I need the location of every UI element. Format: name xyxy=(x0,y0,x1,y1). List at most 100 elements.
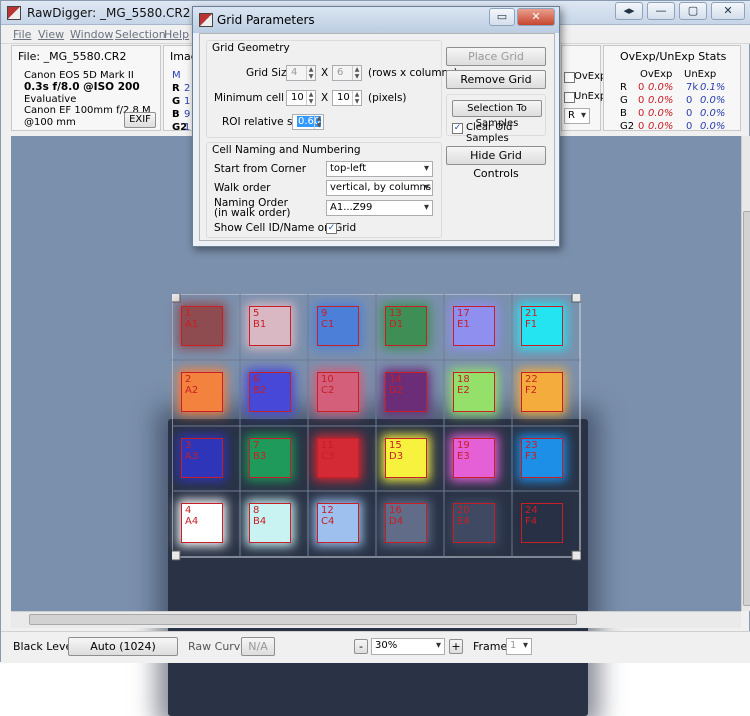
min-cell-width-input[interactable]: 10 ▲ ▼ xyxy=(286,90,316,106)
dialog-close-button[interactable]: ✕ xyxy=(517,8,555,26)
clear-old-samples-checkbox[interactable]: ✓ xyxy=(452,123,463,134)
ovexp-stats-panel: OvExp/UnExp Stats OvExp UnExp R 0 0.0% 7k 0.… xyxy=(603,45,741,132)
maximize-button[interactable]: ▢ xyxy=(679,2,707,20)
frame-select[interactable]: 1 xyxy=(506,638,532,655)
menu-selection[interactable]: Selection xyxy=(115,28,166,41)
grid-cell: 24 F4 xyxy=(521,503,563,543)
unexp-col-header: UnExp xyxy=(684,69,717,80)
dialog-title-bar[interactable]: Grid Parameters ▭ ✕ xyxy=(193,7,559,33)
image-val-r: 2 xyxy=(184,83,191,94)
spin-arrows-icon[interactable]: ▲ ▼ xyxy=(314,115,323,129)
minimize-button[interactable]: — xyxy=(647,2,675,20)
grid-cols-value: 6 xyxy=(337,67,344,78)
cell-number: 16 xyxy=(389,505,402,516)
menu-view[interactable]: View xyxy=(38,28,64,41)
ovexp-label: OvExp xyxy=(574,71,607,82)
cell-naming-label: Cell Naming and Numbering xyxy=(212,144,361,156)
grid-size-hint: (rows x columns) xyxy=(368,67,458,79)
unexp-percent: 0.0% xyxy=(700,95,726,106)
cell-number: 22 xyxy=(525,374,538,385)
spin-arrows-icon[interactable]: ▲ ▼ xyxy=(352,66,361,80)
dialog-restore-button[interactable]: ▭ xyxy=(489,8,515,26)
cell-number: 15 xyxy=(389,440,402,451)
start-corner-label: Start from Corner xyxy=(214,163,307,175)
vertical-scrollbar[interactable] xyxy=(741,136,750,611)
hide-grid-controls-button[interactable]: Hide Grid Controls xyxy=(446,146,546,180)
file-info-panel: File: _MG_5580.CR2 Canon EOS 5D Mark II … xyxy=(11,45,161,131)
cell-id: F1 xyxy=(525,319,538,330)
cell-number: 21 xyxy=(525,308,538,319)
roi-input[interactable]: 0.60 ▲ ▼ xyxy=(292,114,324,130)
grid-cell: 4 A4 xyxy=(181,503,223,543)
cell-id: E2 xyxy=(457,385,470,396)
spin-arrows-icon[interactable]: ▲ ▼ xyxy=(306,91,315,105)
cell-id: A2 xyxy=(185,385,199,396)
menu-file[interactable]: File xyxy=(13,28,31,41)
cell-id: B2 xyxy=(253,385,267,396)
cell-number: 8 xyxy=(253,505,260,516)
grid-overlay[interactable] xyxy=(172,294,581,562)
spin-arrows-icon[interactable]: ▲ ▼ xyxy=(306,66,315,80)
cell-number: 7 xyxy=(253,440,260,451)
cell-id: D4 xyxy=(389,516,404,527)
vertical-scroll-thumb[interactable] xyxy=(743,211,750,606)
start-corner-select[interactable]: top-left xyxy=(326,161,433,177)
channel-select[interactable]: R xyxy=(564,108,590,124)
grid-cell: 16 D4 xyxy=(385,503,427,543)
black-level-button[interactable]: Auto (1024) xyxy=(68,637,178,656)
close-button[interactable]: ✕ xyxy=(711,2,745,20)
grid-handle-tl[interactable] xyxy=(172,294,181,303)
grid-cell: 1 A1 xyxy=(181,306,223,346)
raw-curve-button[interactable]: N/A xyxy=(241,637,275,656)
zoom-in-button[interactable]: + xyxy=(449,639,463,654)
naming-order-select[interactable]: A1...Z99 xyxy=(326,200,433,216)
horizontal-scroll-thumb[interactable] xyxy=(29,614,577,625)
selection-to-samples-button[interactable]: Selection To Samples xyxy=(452,100,542,129)
cell-id: E1 xyxy=(457,319,470,330)
grid-cols-input[interactable]: 6 ▲ ▼ xyxy=(332,65,362,81)
cell-id: A4 xyxy=(185,516,199,527)
unexp-count: 0 xyxy=(686,95,693,106)
show-cell-id-checkbox[interactable]: ✓ xyxy=(326,223,337,234)
grid-cell: 7 B3 xyxy=(249,438,291,478)
horizontal-scrollbar[interactable] xyxy=(11,611,741,628)
spin-arrows-icon[interactable]: ▲ ▼ xyxy=(352,91,361,105)
menu-window[interactable]: Window xyxy=(70,28,113,41)
back-icon[interactable]: ◂▸ xyxy=(615,2,643,20)
walk-order-select[interactable]: vertical, by columns xyxy=(326,180,433,196)
ovexp-toggle-panel: OvExp UnExp R xyxy=(561,45,606,131)
cell-id: D2 xyxy=(389,385,404,396)
grid-cell: 17 E1 xyxy=(453,306,495,346)
grid-handle-bl[interactable] xyxy=(172,550,181,561)
min-cell-x-label: X xyxy=(321,92,329,104)
min-cell-width-value: 10 xyxy=(291,92,304,103)
unexp-count: 0 xyxy=(686,108,693,119)
ovexp-percent: 0.0% xyxy=(648,108,674,119)
grid-handle-br[interactable] xyxy=(571,550,581,561)
cell-number: 24 xyxy=(525,505,538,516)
remove-grid-button[interactable]: Remove Grid xyxy=(446,70,546,89)
cell-number: 9 xyxy=(321,308,328,319)
place-grid-button[interactable]: Place Grid xyxy=(446,47,546,66)
grid-handle-tr[interactable] xyxy=(571,294,581,303)
exif-button[interactable]: EXIF xyxy=(124,112,156,128)
ovexp-count: 0 xyxy=(638,108,645,119)
ovexp-percent: 0.0% xyxy=(648,121,674,132)
menu-help[interactable]: Help xyxy=(164,28,189,41)
ovexp-channel: B xyxy=(620,108,627,119)
cell-id: C4 xyxy=(321,516,335,527)
ovexp-count: 0 xyxy=(638,121,645,132)
grid-cell: 18 E2 xyxy=(453,372,495,412)
focal-length: @100 mm xyxy=(24,117,76,128)
zoom-select[interactable]: 30% xyxy=(371,638,445,655)
cell-id: A3 xyxy=(185,451,199,462)
min-cell-height-input[interactable]: 10 ▲ ▼ xyxy=(332,90,362,106)
grid-rows-input[interactable]: 4 ▲ ▼ xyxy=(286,65,316,81)
app-icon xyxy=(7,6,21,20)
unexp-count: 0 xyxy=(686,121,693,132)
image-val-g2: 1 xyxy=(184,122,191,133)
unexp-label: UnExp xyxy=(574,91,607,102)
zoom-out-button[interactable]: - xyxy=(354,639,368,654)
ovexp-channel: G2 xyxy=(620,121,635,132)
ovexp-channel: R xyxy=(620,82,627,93)
